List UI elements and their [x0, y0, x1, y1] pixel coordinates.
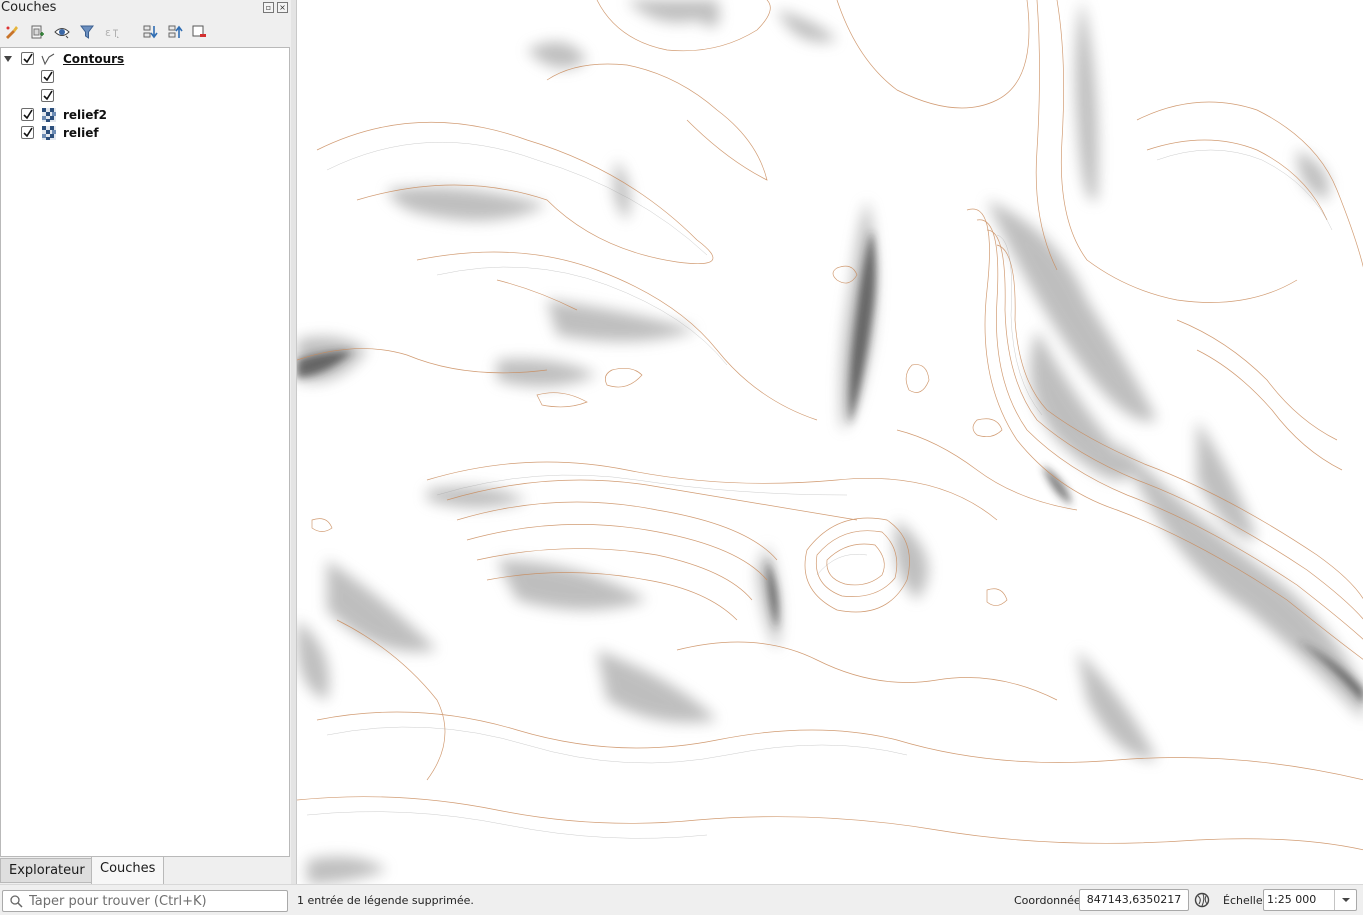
layer-label-relief2[interactable]: relief2 — [63, 108, 107, 122]
map-render — [297, 0, 1363, 884]
panel-title-bar[interactable]: Couches ▫ × — [0, 0, 291, 17]
raster-layer-icon — [42, 126, 56, 140]
layer-label-relief[interactable]: relief — [63, 126, 99, 140]
remove-layer-icon[interactable] — [189, 22, 209, 42]
raster-layer-icon — [42, 108, 56, 122]
dropdown-arrow-icon[interactable] — [1334, 890, 1356, 910]
svg-text:ε: ε — [105, 26, 111, 39]
scale-value: 1:25 000 — [1267, 893, 1317, 906]
vector-line-icon — [41, 53, 55, 66]
close-panel-icon[interactable]: × — [277, 2, 288, 13]
layer-label-contours[interactable]: Contours — [63, 52, 124, 66]
map-canvas[interactable] — [296, 0, 1363, 884]
coordinate-label: Coordonnée — [1014, 894, 1081, 907]
legend-item-1[interactable] — [1, 68, 289, 86]
legend-item-2[interactable] — [1, 87, 289, 105]
layers-panel: Couches ▫ × ε Contours relief2 relief Ex… — [0, 0, 291, 884]
scale-label: Échelle — [1223, 894, 1263, 907]
collapse-all-icon[interactable] — [165, 22, 185, 42]
open-styling-icon[interactable] — [2, 22, 22, 42]
layer-checkbox-relief2[interactable] — [21, 108, 34, 121]
layer-row-relief[interactable]: relief — [1, 124, 289, 142]
layer-row-relief2[interactable]: relief2 — [1, 106, 289, 124]
legend-checkbox-1[interactable] — [41, 70, 54, 83]
layer-checkbox-contours[interactable] — [21, 52, 34, 65]
locator-bar[interactable] — [2, 890, 288, 912]
search-icon — [10, 895, 23, 908]
layer-tree[interactable]: Contours relief2 relief — [0, 47, 290, 857]
status-bar: 1 entrée de légende supprimée. Coordonné… — [0, 884, 1363, 915]
filter-legend-icon[interactable] — [77, 22, 97, 42]
status-message: 1 entrée de légende supprimée. — [297, 894, 474, 907]
dock-tab-bar: Explorateur Couches — [0, 857, 291, 884]
layer-row-contours[interactable]: Contours — [1, 50, 289, 68]
legend-checkbox-2[interactable] — [41, 89, 54, 102]
layers-toolbar: ε — [0, 19, 291, 45]
filter-by-expression-icon[interactable]: ε — [102, 22, 122, 42]
expand-all-icon[interactable] — [140, 22, 160, 42]
locator-input[interactable] — [29, 892, 284, 910]
coordinate-field[interactable]: 847143,6350217 — [1079, 889, 1189, 911]
add-group-icon[interactable] — [27, 22, 47, 42]
scale-combobox[interactable]: 1:25 000 — [1263, 889, 1357, 911]
manage-visibility-icon[interactable] — [52, 22, 72, 42]
tab-layers[interactable]: Couches — [91, 857, 165, 884]
tab-explorer[interactable]: Explorateur — [0, 858, 94, 883]
float-panel-icon[interactable]: ▫ — [263, 2, 274, 13]
panel-title: Couches — [1, 0, 57, 15]
toggle-extents-icon[interactable] — [1193, 891, 1211, 909]
layer-checkbox-relief[interactable] — [21, 126, 34, 139]
expand-arrow-icon[interactable] — [3, 54, 13, 64]
